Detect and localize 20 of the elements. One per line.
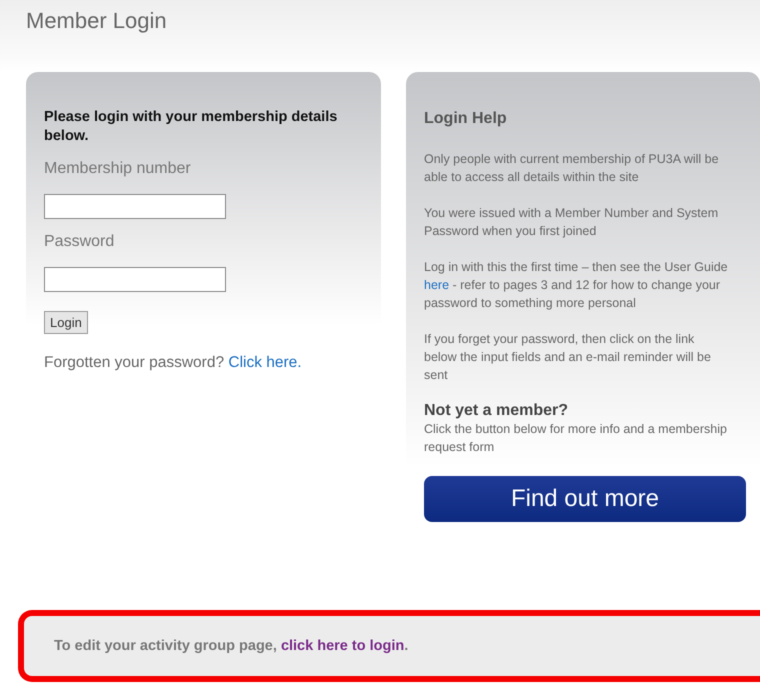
- find-out-more-button[interactable]: Find out more: [424, 476, 746, 522]
- edit-notice-text: To edit your activity group page, click here to login.: [54, 638, 408, 654]
- help-title: Login Help: [424, 110, 508, 128]
- login-intro: Please login with your membership details below.: [44, 108, 338, 146]
- reset-link[interactable]: Click here.: [228, 354, 302, 371]
- user-guide-link[interactable]: here: [424, 278, 450, 292]
- help-paragraph: Log in with this the first time – then see the User Guide here - refer to pages 3 and 12 for how to change your password to something more personal: [424, 259, 729, 312]
- help-paragraph: If you forget your password, then click on the link below the input fields and an e-mail reminder will be sent: [424, 331, 712, 384]
- field-label: Membership number: [44, 160, 192, 178]
- field-label: Password: [44, 233, 116, 251]
- login-link[interactable]: click here to login: [280, 638, 404, 654]
- page-title: Member Login: [26, 8, 168, 34]
- forgot-password-text: Forgotten your password? Click here.: [44, 354, 303, 372]
- input-field[interactable]: [44, 267, 226, 292]
- help-paragraph: You were issued with a Member Number and System Password when you first joined: [424, 205, 720, 240]
- help-paragraph: Only people with current membership of PU3A will be able to access all details within the site: [424, 151, 720, 186]
- login-button[interactable]: Login: [44, 311, 88, 334]
- join-text: Click the button below for more info and a membership request form: [424, 421, 728, 456]
- join-heading: Not yet a member?: [424, 402, 570, 420]
- input-field[interactable]: [44, 194, 226, 219]
